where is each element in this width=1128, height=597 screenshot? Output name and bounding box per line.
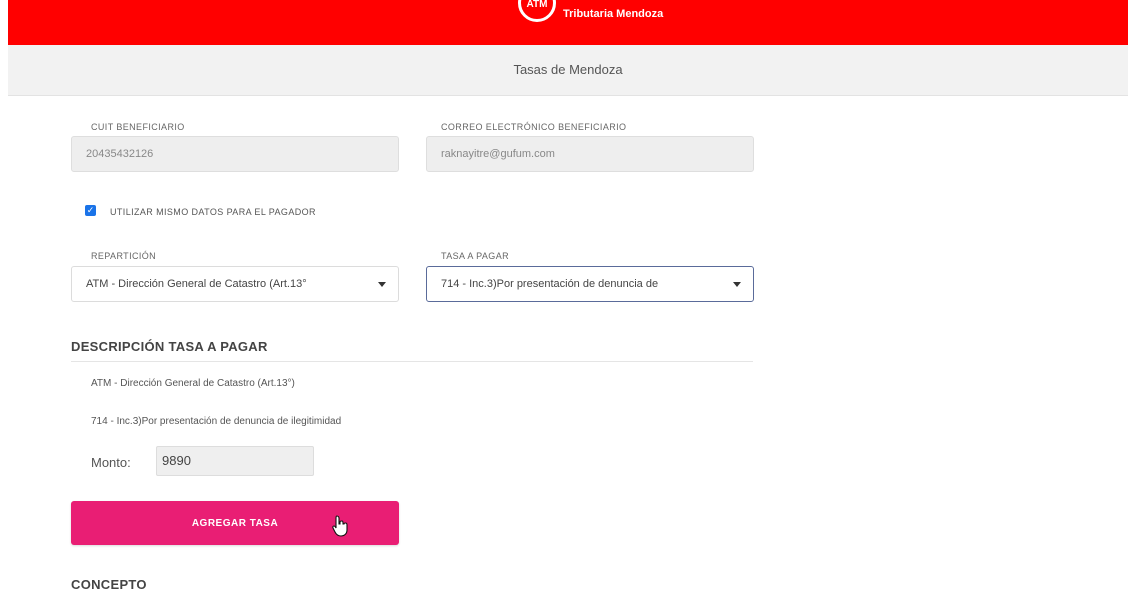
reparticion-select[interactable]: ATM - Dirección General de Catastro (Art… <box>71 266 399 302</box>
concepto-title: CONCEPTO <box>71 577 147 592</box>
monto-field[interactable]: 9890 <box>156 446 314 476</box>
atm-logo[interactable]: ATM <box>518 0 556 22</box>
monto-label: Monto: <box>91 455 131 470</box>
page-subheader: Tasas de Mendoza <box>8 45 1128 96</box>
descripcion-title: DESCRIPCIÓN TASA A PAGAR <box>71 339 268 354</box>
descripcion-tasa: 714 - Inc.3)Por presentación de denuncia… <box>91 416 342 427</box>
email-label: CORREO ELECTRÓNICO BENEFICIARIO <box>441 122 627 132</box>
cuit-field[interactable]: 20435432126 <box>71 136 399 172</box>
page-title: Tasas de Mendoza <box>513 62 623 77</box>
cuit-label: CUIT BENEFICIARIO <box>91 122 185 132</box>
chevron-down-icon <box>733 282 741 287</box>
same-payer-label: UTILIZAR MISMO DATOS PARA EL PAGADOR <box>110 207 316 217</box>
section-divider <box>71 361 753 362</box>
site-header: ATM Tributaria Mendoza <box>8 0 1128 45</box>
email-field[interactable]: raknayitre@gufum.com <box>426 136 754 172</box>
descripcion-reparticion: ATM - Dirección General de Catastro (Art… <box>91 378 295 389</box>
tasa-select[interactable]: 714 - Inc.3)Por presentación de denuncia… <box>426 266 754 302</box>
reparticion-label: REPARTICIÓN <box>91 251 157 261</box>
chevron-down-icon <box>378 282 386 287</box>
reparticion-selected-value: ATM - Dirección General de Catastro (Art… <box>86 278 307 290</box>
hand-cursor-icon <box>332 515 348 537</box>
brand-name: Tributaria Mendoza <box>563 8 664 20</box>
same-payer-checkbox[interactable]: ✓ <box>85 205 96 216</box>
tasa-selected-value: 714 - Inc.3)Por presentación de denuncia… <box>441 278 659 290</box>
tasa-label: TASA A PAGAR <box>441 251 509 261</box>
